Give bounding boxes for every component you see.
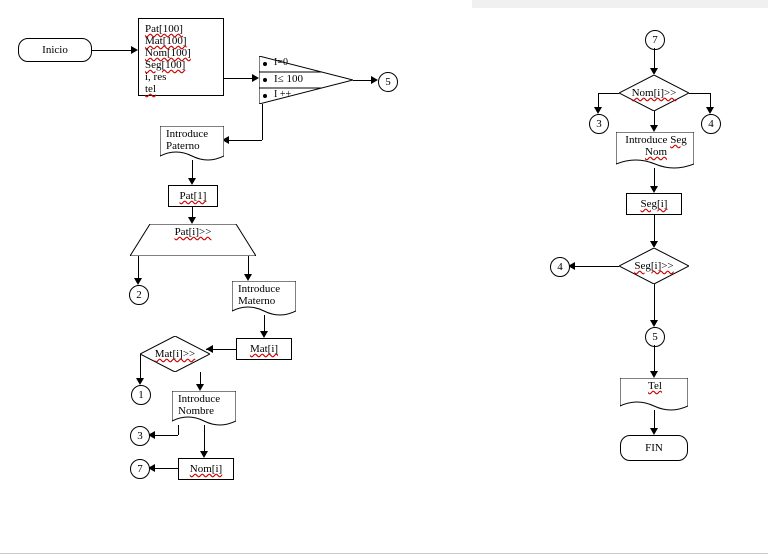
connector-7a: 7	[130, 459, 150, 479]
loop-cond: I≤ 100	[274, 73, 303, 85]
tel-doc: Tel	[620, 378, 688, 412]
prompt-nombre-label: Introduce Nombre	[178, 393, 232, 417]
tel-label: Tel	[648, 380, 662, 392]
connector-3a: 3	[130, 426, 150, 446]
connector-3b: 3	[589, 114, 609, 134]
mat-label: Mat[i]	[250, 343, 278, 355]
nom-decision: Nom[i]>>	[619, 75, 689, 111]
mat-decision-label: Mat[i]>>	[155, 348, 196, 360]
prompt-paterno-label: Introduce Paterno	[166, 128, 220, 152]
mat-box: Mat[i]	[236, 338, 292, 360]
flowchart-diagram: Inicio Pat[100] Mat[100] Nom[100] Seg[10…	[0, 0, 768, 554]
connector-5b: 5	[645, 327, 665, 347]
prompt-seg-nom: Introduce SegNom	[616, 132, 694, 170]
connector-4b: 4	[550, 257, 570, 277]
pat1-label: Pat[1]	[180, 190, 207, 202]
prompt-materno-label: Introduce Materno	[238, 283, 292, 307]
pat1-box: Pat[1]	[168, 185, 218, 207]
declarations-text: Pat[100] Mat[100] Nom[100] Seg[100] i, r…	[145, 23, 191, 95]
seg-label: Seg[i]	[641, 198, 668, 210]
prompt-paterno: Introduce Paterno	[160, 126, 224, 162]
prompt-nombre: Introduce Nombre	[172, 391, 236, 427]
connector-2: 2	[129, 285, 149, 305]
pat-decision-label: Pat[i]>>	[130, 226, 256, 238]
nom-decision-label: Nom[i]>>	[632, 87, 677, 99]
connector-4a: 4	[701, 114, 721, 134]
start-terminator: Inicio	[18, 38, 92, 62]
seg-box: Seg[i]	[626, 193, 682, 215]
loop-init: I=0	[274, 57, 288, 68]
prompt-seg-nom-label: Introduce SegNom	[622, 134, 690, 158]
nom-label: Nom[i]	[190, 463, 222, 475]
seg-decision-label: Seg[i]>>	[634, 260, 673, 272]
end-terminator: FIN	[620, 435, 688, 461]
seg-decision: Seg[i]>>	[619, 248, 689, 284]
connector-7b: 7	[645, 30, 665, 50]
prompt-materno: Introduce Materno	[232, 281, 296, 317]
connector-5a: 5	[378, 72, 398, 92]
page-header-band	[472, 0, 768, 8]
pat-decision: Pat[i]>>	[130, 224, 256, 256]
end-label: FIN	[645, 442, 663, 454]
mat-decision: Mat[i]>>	[140, 336, 210, 372]
nom-box: Nom[i]	[178, 458, 234, 480]
loop-step: I ++	[274, 89, 291, 100]
declarations-box: Pat[100] Mat[100] Nom[100] Seg[100] i, r…	[138, 18, 224, 96]
start-label: Inicio	[42, 44, 68, 56]
loop-box: I=0 I≤ 100 I ++	[259, 56, 353, 104]
connector-1: 1	[131, 385, 151, 405]
